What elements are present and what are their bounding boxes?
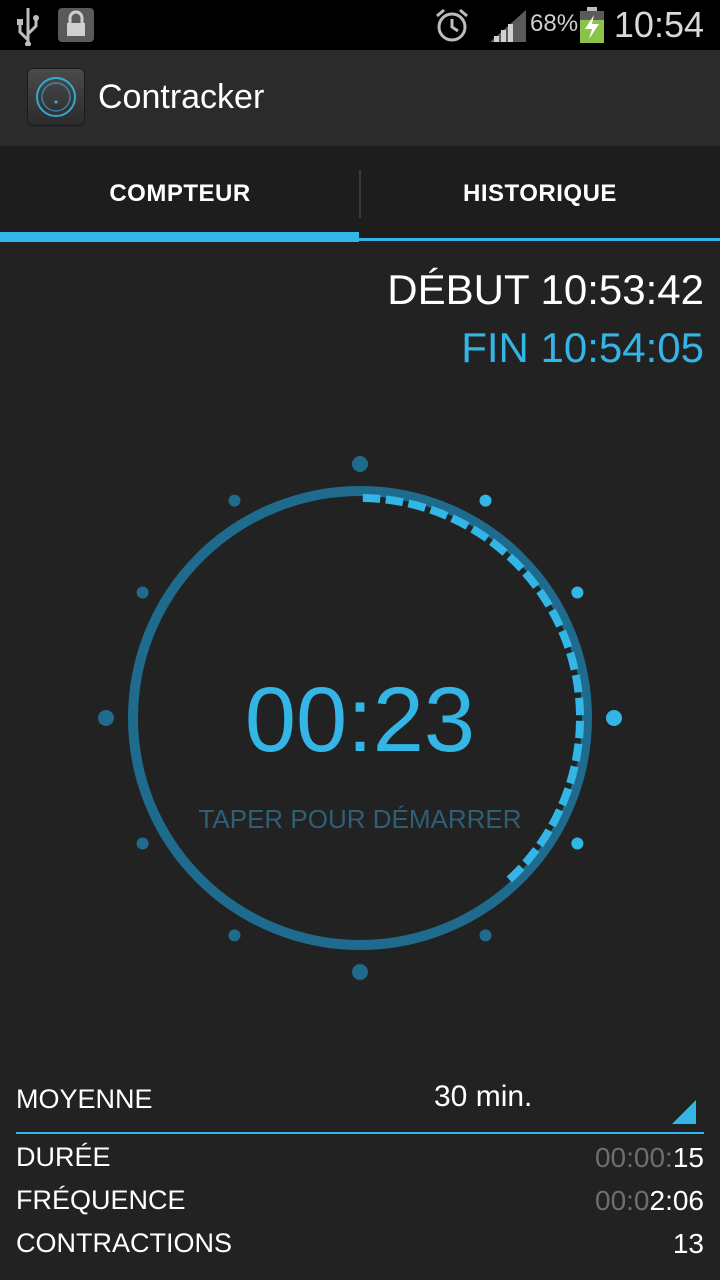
- dial-marker: [352, 964, 368, 980]
- row-value: 00:00:15: [595, 1142, 704, 1174]
- row-label: CONTRACTIONS: [16, 1228, 232, 1258]
- app-title: Contracker: [98, 78, 265, 116]
- progress-segment: [429, 505, 449, 520]
- dial-marker: [571, 586, 584, 599]
- signal-icon: [490, 10, 526, 42]
- timer-hint: TAPER POUR DÉMARRER: [198, 804, 522, 834]
- contracker-logo-icon: [27, 68, 85, 126]
- tab-bar: COMPTEUR HISTORIQUE: [0, 146, 720, 242]
- row-label: FRÉQUENCE: [16, 1185, 186, 1215]
- status-time: 10:54: [613, 4, 704, 45]
- row-label: DURÉE: [16, 1142, 111, 1172]
- end-time: FIN 10:54:05: [461, 324, 704, 371]
- tab-compteur[interactable]: COMPTEUR: [0, 146, 360, 242]
- row-value-dim: 00:00:: [594, 1142, 673, 1173]
- progress-segment: [558, 787, 573, 807]
- dial-marker: [571, 837, 584, 850]
- timer-value[interactable]: 00:23: [0, 668, 720, 773]
- tab-historique[interactable]: HISTORIQUE: [360, 146, 720, 242]
- dial-marker: [228, 494, 241, 507]
- progress-segment: [558, 629, 573, 649]
- lock-icon: [58, 8, 94, 42]
- stats-period-selector[interactable]: 30 min.: [434, 1080, 532, 1114]
- row-value-dim: 00:0: [595, 1185, 650, 1216]
- dial-marker: [479, 929, 492, 942]
- dial-marker: [352, 456, 368, 472]
- stats-label: MOYENNE: [16, 1084, 153, 1114]
- battery-percent: 68%: [530, 10, 579, 37]
- row-value-main: 15: [672, 1142, 704, 1173]
- stats-divider: [16, 1132, 704, 1134]
- dial-marker: [136, 837, 149, 850]
- progress-segment: [385, 495, 404, 507]
- usb-icon: [17, 8, 39, 46]
- row-value: 13: [673, 1228, 704, 1260]
- row-value-main: 2:06: [649, 1185, 705, 1216]
- dial-marker: [136, 586, 149, 599]
- stats-row-frequence: FRÉQUENCE 00:02:06: [16, 1185, 704, 1225]
- stats-row-contractions: CONTRACTIONS 13: [16, 1228, 704, 1268]
- dial-marker: [479, 494, 492, 507]
- start-time: DÉBUT 10:53:42: [387, 266, 704, 313]
- alarm-icon: [436, 8, 468, 42]
- action-bar: Contracker: [0, 50, 720, 146]
- battery-charging-icon: [580, 7, 604, 43]
- progress-segment: [362, 494, 381, 503]
- progress-segment: [407, 499, 427, 512]
- dial-marker: [228, 929, 241, 942]
- row-value: 00:02:06: [595, 1185, 704, 1217]
- stats-header[interactable]: MOYENNE 30 min.: [16, 1080, 704, 1132]
- stats-row-duree: DURÉE 00:00:15: [16, 1142, 704, 1182]
- tab-selected-indicator: [0, 232, 359, 242]
- dropdown-triangle-icon[interactable]: [672, 1100, 696, 1124]
- row-value-main: 13: [672, 1228, 704, 1259]
- status-bar: 68% 10:54: [0, 0, 720, 50]
